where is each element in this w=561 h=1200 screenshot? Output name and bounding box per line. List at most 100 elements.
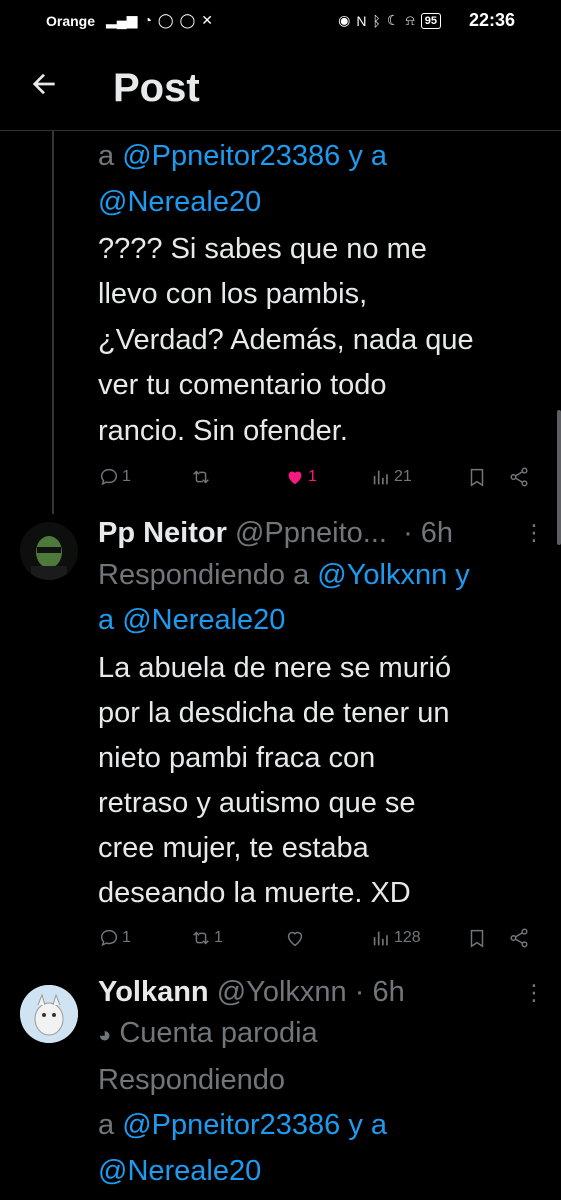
status-right-icons: ◉ N ᛒ ☾ ⍾ 95 <box>338 12 441 29</box>
x-icon: ✕ <box>201 12 213 28</box>
reply-conjunction: y a <box>340 1109 388 1141</box>
repost-icon <box>193 931 209 945</box>
heart-filled-icon <box>288 471 302 485</box>
parody-text: Cuenta parodia <box>119 1017 318 1049</box>
views-button[interactable]: 21 <box>370 466 412 488</box>
share-icon <box>510 928 528 948</box>
reply-prefix: a <box>98 604 123 636</box>
more-options-icon[interactable]: ⋮ <box>523 520 545 546</box>
post2-body-line: deseando la muerte. XD <box>98 877 411 909</box>
post3-parody-label: ◕ Cuenta parodia <box>98 1011 318 1058</box>
bell-off-icon: ⍾ <box>405 12 415 28</box>
repost-count: 1 <box>214 929 223 946</box>
heart-icon <box>287 931 303 947</box>
more-options-icon[interactable]: ⋮ <box>523 980 545 1006</box>
post2-reply-context-2: a @Nereale20 <box>98 598 285 644</box>
post2-body-line: La abuela de nere se murió <box>98 652 452 684</box>
display-name[interactable]: Pp Neitor <box>98 517 227 549</box>
post2-body-line: cree mujer, te estaba <box>98 832 369 864</box>
views-button[interactable]: 128 <box>370 927 421 949</box>
reply-count: 1 <box>122 929 131 946</box>
reply-prefix: Respondiendo <box>98 1064 286 1096</box>
avatar[interactable] <box>20 985 78 1043</box>
mention-link[interactable]: @Yolkxnn <box>317 559 447 591</box>
share-button[interactable] <box>508 927 530 949</box>
post2-header: Pp Neitor @Ppneito... · 6h <box>98 511 453 557</box>
mention-link[interactable]: @Ppneitor23386 <box>122 140 340 172</box>
nfc-icon: N <box>356 12 367 29</box>
repost-button[interactable] <box>190 466 212 488</box>
bookmark-button[interactable] <box>466 466 488 488</box>
post-time[interactable]: · 6h <box>355 976 405 1008</box>
battery-icon: 95 <box>420 12 441 29</box>
bluetooth-icon: ᛒ <box>372 12 381 29</box>
post1-body-line: ???? Si sabes que no me <box>98 233 427 265</box>
back-arrow-icon[interactable] <box>28 68 60 100</box>
post1-body-line: llevo con los pambis, <box>98 278 368 310</box>
reply-prefix: a <box>98 140 123 172</box>
page-title: Post <box>113 66 200 110</box>
parody-mask-icon: ◕ <box>98 1022 112 1047</box>
reply-count: 1 <box>122 468 131 485</box>
post2-body-line: por la desdicha de tener un <box>98 697 450 729</box>
reply-conjunction: y a <box>340 140 388 172</box>
share-icon <box>510 467 528 487</box>
reply-prefix: a <box>98 1109 123 1141</box>
post1-body-line: rancio. Sin ofender. <box>98 415 348 447</box>
reply-conjunction: y <box>447 559 470 591</box>
bookmark-icon <box>470 929 484 948</box>
display-name[interactable]: Yolkann <box>98 976 209 1008</box>
reply-button[interactable]: 1 <box>98 466 131 488</box>
avatar[interactable] <box>20 522 78 580</box>
post1-body-line: ¿Verdad? Además, nada que <box>98 324 474 356</box>
status-bar: Orange ▂▄▆ ◔ ◯ ◯ ✕ ◉ N ᛒ ☾ ⍾ 95 22:36 <box>0 0 561 44</box>
data-saver-icon: ◉ <box>338 12 351 28</box>
status-left-icons: ▂▄▆ ◔ ◯ ◯ ✕ <box>106 12 213 29</box>
view-count: 128 <box>394 929 421 946</box>
post2-body-line: retraso y autismo que se <box>98 787 416 819</box>
whatsapp-icon: ◯ <box>179 12 196 28</box>
scrollbar[interactable] <box>557 410 561 545</box>
carrier-label: Orange <box>46 13 96 29</box>
post1-reply-context: a @Ppneitor23386 y a <box>98 134 387 180</box>
mention-link[interactable]: @Nereale20 <box>98 180 261 226</box>
mention-link[interactable]: @Nereale20 <box>98 1149 261 1195</box>
clock: 22:36 <box>468 10 515 30</box>
reply-prefix: Respondiendo a <box>98 559 310 591</box>
post2-action-bar: 1 1 128 <box>98 927 538 955</box>
repost-button[interactable]: 1 <box>190 927 223 949</box>
time-spacer <box>347 976 355 1008</box>
avatar-image <box>20 522 78 580</box>
post1-action-bar: 1 1 21 <box>98 466 538 494</box>
repost-icon <box>193 470 209 484</box>
views-icon <box>373 931 388 946</box>
mention-link[interactable]: @Ppneitor23386 <box>122 1109 340 1141</box>
user-handle[interactable]: @Ppneito... <box>235 517 387 549</box>
time-spacer <box>387 517 403 549</box>
top-bar: Post <box>0 44 561 131</box>
avatar-image <box>20 985 78 1043</box>
view-count: 21 <box>394 468 412 485</box>
bookmark-button[interactable] <box>466 927 488 949</box>
post2-body-line: nieto pambi fraca con <box>98 742 376 774</box>
mention-link[interactable]: @Nereale20 <box>122 604 285 636</box>
views-icon <box>373 470 388 485</box>
whatsapp-icon: ◯ <box>157 12 174 28</box>
reply-icon <box>100 929 118 947</box>
post-time[interactable]: · 6h <box>403 517 453 549</box>
signal-icon: ▂▄▆ <box>106 12 138 28</box>
user-handle[interactable]: @Yolkxnn <box>217 976 347 1008</box>
wifi-icon: ◔ <box>143 12 152 28</box>
like-button[interactable] <box>284 927 306 949</box>
post3-header: Yolkann @Yolkxnn · 6h <box>98 970 405 1016</box>
post3-reply-context: a @Ppneitor23386 y a <box>98 1103 387 1149</box>
share-button[interactable] <box>508 466 530 488</box>
post2-reply-context: Respondiendo a @Yolkxnn y <box>98 553 470 599</box>
reply-icon <box>100 468 118 486</box>
moon-icon: ☾ <box>386 12 400 28</box>
reply-button[interactable]: 1 <box>98 927 131 949</box>
like-count: 1 <box>308 468 317 485</box>
thread-line <box>52 130 54 514</box>
like-button[interactable]: 1 <box>284 466 317 488</box>
post1-body-line: ver tu comentario todo <box>98 369 387 401</box>
